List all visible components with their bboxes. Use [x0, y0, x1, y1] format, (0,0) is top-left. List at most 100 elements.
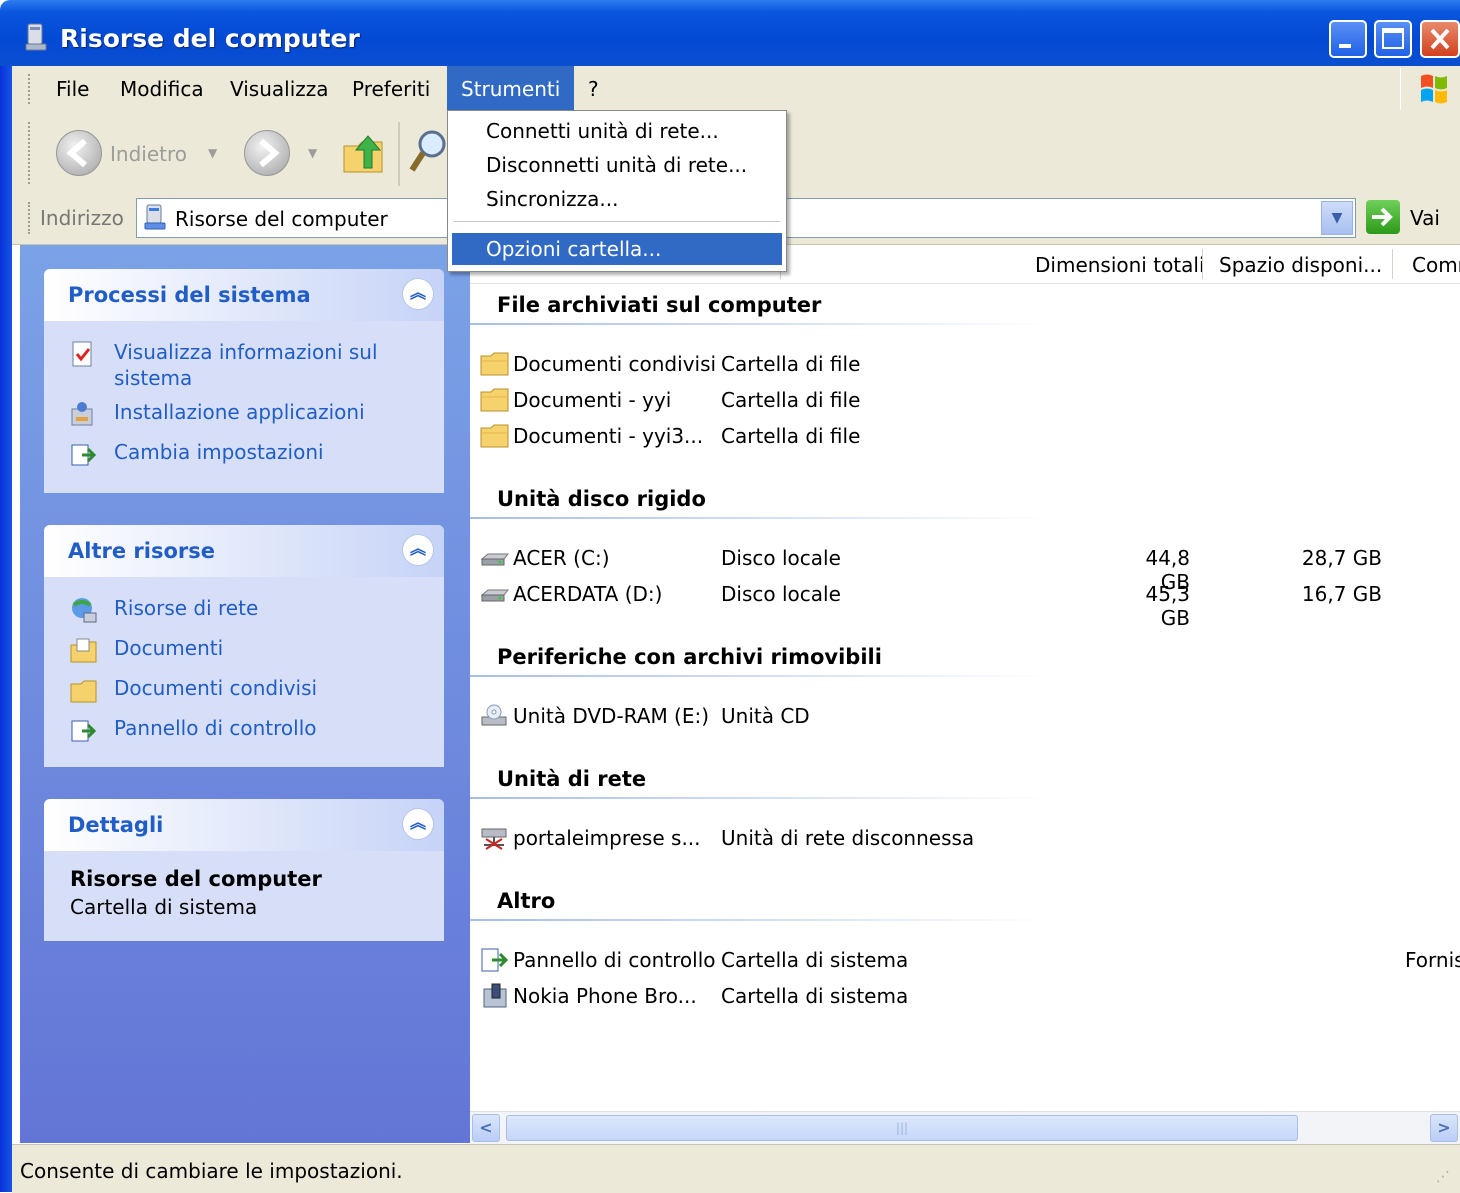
panel-title[interactable]: Altre risorse	[68, 539, 215, 563]
resize-grip-icon[interactable]: ⋰	[1436, 1169, 1454, 1187]
maximize-button[interactable]	[1374, 20, 1412, 58]
panel-title[interactable]: Processi del sistema	[68, 283, 311, 307]
collapse-chevron-icon[interactable]: ︽	[402, 808, 434, 840]
folder-icon	[480, 352, 509, 376]
menu-file[interactable]: File	[42, 66, 103, 112]
title-bar[interactable]: Risorse del computer	[0, 0, 1460, 66]
hard-drive-icon	[480, 589, 510, 602]
horizontal-scrollbar[interactable]: < ||| >	[470, 1111, 1460, 1144]
network-drive-icon	[481, 828, 507, 850]
group-divider	[470, 797, 1050, 799]
back-dropdown-icon[interactable]: ▼	[208, 146, 217, 160]
task-pane: Processi del sistema ︽ Visualizza inform…	[20, 245, 470, 1143]
back-label[interactable]: Indietro	[110, 142, 187, 166]
item-type: Unità di rete disconnessa	[721, 826, 975, 850]
menu-grip[interactable]	[28, 74, 34, 104]
item-name: Pannello di controllo	[513, 948, 716, 972]
menu-modifica[interactable]: Modifica	[106, 66, 218, 112]
collapse-chevron-icon[interactable]: ︽	[402, 534, 434, 566]
menu-item-disconnect-network-drive[interactable]: Disconnetti unità di rete...	[452, 149, 782, 181]
address-label: Indirizzo	[40, 206, 124, 230]
menu-preferiti[interactable]: Preferiti	[338, 66, 444, 112]
menu-item-map-network-drive[interactable]: Connetti unità di rete...	[452, 115, 782, 147]
scroll-left-button[interactable]: <	[472, 1114, 500, 1142]
panel-other-places-header[interactable]: Altre risorse ︽	[44, 525, 444, 577]
menu-visualizza[interactable]: Visualizza	[216, 66, 343, 112]
link-add-remove-programs[interactable]: Installazione applicazioni	[114, 399, 365, 425]
collapse-chevron-icon[interactable]: ︽	[402, 278, 434, 310]
item-free-space: 16,7 GB	[1301, 582, 1382, 606]
up-folder-icon[interactable]	[340, 128, 388, 178]
menu-bar: File Modifica Visualizza Preferiti Strum…	[12, 66, 1460, 113]
item-type: Cartella di sistema	[721, 984, 909, 1008]
link-my-documents[interactable]: Documenti	[114, 635, 223, 661]
group-divider	[470, 517, 1050, 519]
item-type: Disco locale	[721, 546, 841, 570]
go-arrow-icon	[1372, 207, 1393, 227]
item-name: Documenti - yyi	[513, 388, 672, 412]
forward-button[interactable]	[244, 130, 290, 176]
link-shared-documents[interactable]: Documenti condivisi	[114, 675, 317, 701]
group-header-network-drives: Unità di rete	[497, 767, 647, 791]
back-button[interactable]	[56, 130, 102, 176]
item-type: Cartella di file	[721, 424, 861, 448]
toolbar-grip[interactable]	[28, 122, 34, 184]
address-grip[interactable]	[28, 202, 34, 234]
add-remove-programs-icon	[71, 402, 93, 426]
link-change-settings[interactable]: Cambia impostazioni	[114, 439, 324, 465]
panel-title[interactable]: Dettagli	[68, 813, 163, 837]
strumenti-menu: Connetti unità di rete... Disconnetti un…	[447, 110, 787, 272]
my-computer-icon	[25, 23, 47, 51]
item-name: ACER (C:)	[513, 546, 610, 570]
go-label[interactable]: Vai	[1410, 206, 1440, 230]
panel-details-header[interactable]: Dettagli ︽	[44, 799, 444, 851]
minimize-button[interactable]	[1329, 20, 1367, 58]
windows-logo-icon	[1400, 68, 1460, 110]
column-header-free-space[interactable]: Spazio disponi...	[1219, 253, 1382, 277]
my-documents-icon	[70, 638, 97, 663]
group-header-hard-drives: Unità disco rigido	[497, 487, 706, 511]
item-type: Unità CD	[721, 704, 810, 728]
details-type: Cartella di sistema	[70, 895, 258, 919]
scroll-right-button[interactable]: >	[1430, 1114, 1458, 1142]
column-header-total-size[interactable]: Dimensioni totali	[1035, 253, 1205, 277]
menu-item-folder-options[interactable]: Opzioni cartella...	[452, 233, 782, 265]
system-info-icon	[72, 341, 92, 367]
address-dropdown-button[interactable]: ▼	[1321, 201, 1353, 235]
group-divider	[470, 675, 1050, 677]
menu-help[interactable]: ?	[574, 66, 613, 112]
hard-drive-icon	[480, 553, 510, 566]
item-name: Unità DVD-RAM (E:)	[513, 704, 710, 728]
go-button[interactable]	[1366, 200, 1400, 234]
chevron-left-icon: <	[479, 1118, 493, 1137]
link-view-system-info[interactable]: Visualizza informazioni sul sistema	[114, 339, 414, 391]
panel-system-tasks-header[interactable]: Processi del sistema ︽	[44, 269, 444, 321]
link-control-panel[interactable]: Pannello di controllo	[114, 715, 317, 741]
item-name: Documenti condivisi	[513, 352, 717, 376]
menu-strumenti[interactable]: Strumenti	[447, 66, 575, 112]
address-value: Risorse del computer	[175, 207, 388, 231]
column-header-comment[interactable]: Comn	[1412, 253, 1460, 277]
back-arrow-icon	[66, 138, 87, 168]
forward-arrow-icon	[259, 138, 280, 168]
close-icon	[1430, 28, 1450, 50]
menu-item-synchronize[interactable]: Sincronizza...	[452, 183, 782, 215]
close-button[interactable]	[1420, 20, 1460, 58]
column-separator[interactable]	[1202, 249, 1203, 279]
item-type: Cartella di sistema	[721, 948, 909, 972]
item-free-space: 28,7 GB	[1301, 546, 1382, 570]
window-border	[0, 66, 12, 1192]
folder-icon	[70, 680, 97, 703]
link-network-places[interactable]: Risorse di rete	[114, 595, 258, 621]
group-divider	[470, 919, 1050, 921]
item-total-size: 45,3 GB	[1145, 582, 1190, 630]
group-header-other: Altro	[497, 889, 556, 913]
scroll-thumb[interactable]: |||	[506, 1115, 1298, 1141]
folder-icon	[480, 388, 509, 412]
forward-dropdown-icon[interactable]: ▼	[308, 146, 317, 160]
search-icon[interactable]	[408, 126, 448, 178]
status-text: Consente di cambiare le impostazioni.	[20, 1159, 403, 1183]
chevron-down-icon: ▼	[1331, 210, 1343, 226]
column-separator[interactable]	[1392, 249, 1393, 279]
maximize-icon	[1382, 28, 1404, 49]
